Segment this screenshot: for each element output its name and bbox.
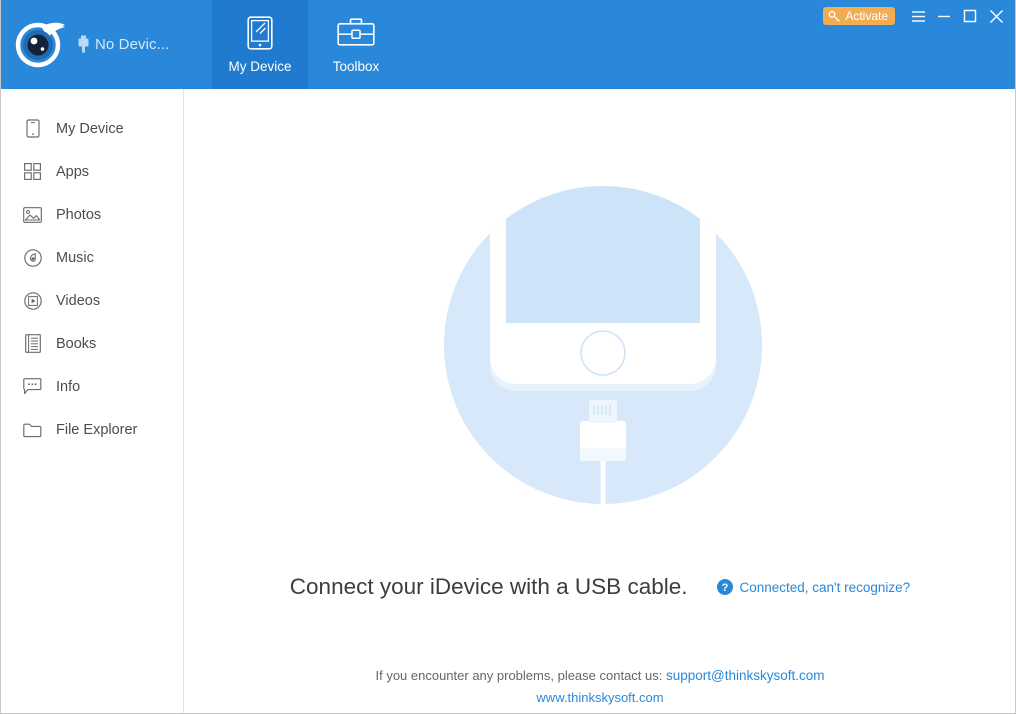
maximize-icon[interactable] (957, 2, 983, 30)
sidebar-item-label: Videos (56, 293, 100, 309)
menu-hamburger-icon[interactable] (905, 2, 931, 30)
sidebar-item-label: My Device (56, 121, 124, 137)
sidebar-item-label: Photos (56, 207, 101, 223)
sidebar-item-label: Apps (56, 164, 89, 180)
sidebar: My Device Apps Photos (1, 89, 184, 714)
sidebar-item-my-device[interactable]: My Device (1, 107, 183, 150)
sidebar-item-music[interactable]: Music (1, 236, 183, 279)
sidebar-item-label: Info (56, 379, 80, 395)
grid-apps-icon (23, 162, 42, 181)
sidebar-item-books[interactable]: Books (1, 322, 183, 365)
main-content: Connect your iDevice with a USB cable. ?… (185, 89, 1015, 713)
sidebar-item-videos[interactable]: Videos (1, 279, 183, 322)
speech-bubble-info-icon (23, 377, 42, 396)
window-controls: Activate (823, 0, 1016, 32)
tab-my-device[interactable]: My Device (212, 0, 308, 89)
top-tabs: My Device Toolbox (212, 0, 404, 89)
svg-text:?: ? (722, 582, 729, 594)
connect-prompt: Connect your iDevice with a USB cable. ?… (185, 574, 1015, 600)
app-logo-icon (15, 19, 67, 69)
connect-title: Connect your iDevice with a USB cable. (290, 574, 688, 600)
sidebar-item-label: Music (56, 250, 94, 266)
brand-area: No Devic... (15, 16, 169, 72)
activate-label: Activate (845, 9, 888, 23)
question-mark-circle-icon: ? (717, 579, 733, 595)
connect-device-illustration (444, 186, 762, 516)
video-play-icon (23, 291, 42, 310)
sidebar-item-file-explorer[interactable]: File Explorer (1, 408, 183, 451)
website-link[interactable]: www.thinkskysoft.com (536, 690, 663, 705)
toolbox-briefcase-icon (337, 14, 375, 52)
tab-label: Toolbox (333, 59, 380, 74)
book-icon (23, 334, 42, 353)
sidebar-item-label: Books (56, 336, 96, 352)
folder-icon (23, 420, 42, 439)
photo-image-icon (23, 205, 42, 224)
cannot-recognize-label: Connected, can't recognize? (739, 580, 910, 595)
footer-contact-prefix: If you encounter any problems, please co… (375, 668, 662, 683)
tablet-device-icon (247, 14, 273, 52)
device-status-label: No Devic... (95, 36, 169, 53)
phone-icon (23, 119, 42, 138)
support-email-link[interactable]: support@thinkskysoft.com (666, 668, 825, 683)
activate-button[interactable]: Activate (823, 7, 895, 25)
tab-label: My Device (228, 59, 291, 74)
sidebar-item-photos[interactable]: Photos (1, 193, 183, 236)
close-icon[interactable] (983, 2, 1009, 30)
footer: If you encounter any problems, please co… (185, 668, 1015, 705)
footer-website-line: www.thinkskysoft.com (185, 690, 1015, 705)
title-bar: No Devic... My Device (1, 0, 1016, 89)
music-disc-icon (23, 248, 42, 267)
minimize-icon[interactable] (931, 2, 957, 30)
cannot-recognize-link[interactable]: ? Connected, can't recognize? (717, 579, 910, 595)
device-status-chip[interactable]: No Devic... (77, 35, 169, 53)
app-window: No Devic... My Device (0, 0, 1016, 714)
usb-plug-icon (77, 35, 90, 53)
key-icon (828, 10, 841, 22)
sidebar-item-info[interactable]: Info (1, 365, 183, 408)
footer-contact-line: If you encounter any problems, please co… (185, 668, 1015, 683)
sidebar-item-apps[interactable]: Apps (1, 150, 183, 193)
sidebar-item-label: File Explorer (56, 422, 137, 438)
tab-toolbox[interactable]: Toolbox (308, 0, 404, 89)
